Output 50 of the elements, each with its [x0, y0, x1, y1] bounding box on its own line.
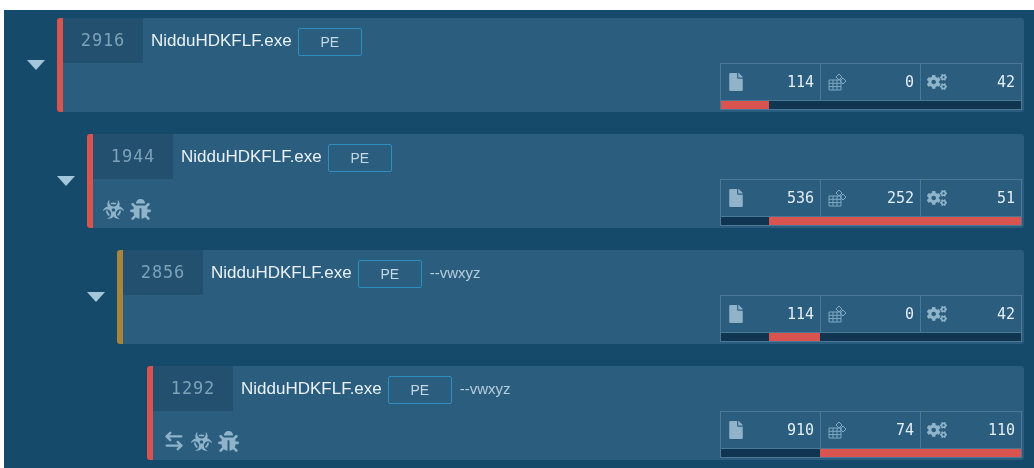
- process-card[interactable]: 1944 NidduHDKFLF.exe PE 536 252 51: [87, 134, 1024, 228]
- process-id: 2856: [123, 250, 203, 295]
- file-icon: [727, 421, 745, 439]
- process-card[interactable]: 2856 NidduHDKFLF.exe PE --vwxyz 114 0 42: [117, 250, 1024, 344]
- count-value: 536: [786, 187, 814, 209]
- count-value: 0: [904, 303, 914, 325]
- bug-icon: [218, 430, 239, 452]
- type-tag: PE: [327, 144, 392, 172]
- biohazard-icon: [103, 199, 124, 220]
- process-id: 2916: [63, 18, 143, 63]
- count-value: 74: [895, 419, 914, 441]
- process-name: NidduHDKFLF.exe: [151, 30, 292, 52]
- count-value: 910: [786, 419, 814, 441]
- expand-toggle-icon[interactable]: [26, 60, 45, 70]
- expand-toggle-icon[interactable]: [56, 176, 75, 186]
- gears-icon: [927, 420, 947, 440]
- command-arguments: --vwxyz: [429, 263, 481, 283]
- process-name: NidduHDKFLF.exe: [181, 146, 322, 168]
- left-right-arrows-icon: [163, 430, 185, 452]
- file-icon: [727, 189, 745, 207]
- count-value: 42: [996, 303, 1015, 325]
- count-value: 42: [996, 71, 1015, 93]
- registry-grid-icon: [827, 188, 847, 208]
- count-value: 110: [987, 419, 1015, 441]
- gears-icon: [927, 72, 947, 92]
- process-id: 1944: [93, 134, 173, 179]
- expand-toggle-icon[interactable]: [86, 292, 105, 302]
- type-tag: PE: [357, 260, 422, 288]
- process-name: NidduHDKFLF.exe: [211, 262, 352, 284]
- process-card[interactable]: 2916 NidduHDKFLF.exe PE 114 0 42: [57, 18, 1024, 112]
- registry-grid-icon: [827, 304, 847, 324]
- registry-grid-icon: [827, 420, 847, 440]
- file-icon: [727, 305, 745, 323]
- bug-icon: [130, 199, 151, 220]
- biohazard-icon: [191, 430, 212, 452]
- process-name: NidduHDKFLF.exe: [241, 378, 382, 400]
- type-tag: PE: [297, 28, 362, 56]
- process-card[interactable]: 1292 NidduHDKFLF.exe PE --vwxyz 910 74 110: [147, 366, 1024, 460]
- count-value: 114: [786, 71, 814, 93]
- count-value: 114: [786, 303, 814, 325]
- count-value: 51: [996, 187, 1015, 209]
- gears-icon: [927, 304, 947, 324]
- command-arguments: --vwxyz: [459, 379, 511, 399]
- process-id: 1292: [153, 366, 233, 411]
- gears-icon: [927, 188, 947, 208]
- file-icon: [727, 73, 745, 91]
- count-value: 252: [886, 187, 914, 209]
- type-tag: PE: [387, 376, 452, 404]
- registry-grid-icon: [827, 72, 847, 92]
- count-value: 0: [904, 71, 914, 93]
